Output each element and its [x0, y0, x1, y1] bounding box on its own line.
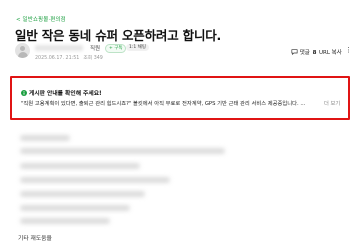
blurred-content-line: [20, 148, 225, 154]
notice-body: "직원 고용계획이 있다면, 출퇴근 관리 힘드시죠?" 볼킷에서 아직 무료로…: [21, 101, 306, 107]
avatar[interactable]: [15, 43, 30, 58]
blurred-content-line: [20, 135, 70, 141]
comment-label: 댓글: [299, 50, 310, 56]
notice-more-link[interactable]: 더 보기: [324, 99, 340, 107]
comment-count: 8: [312, 50, 317, 56]
info-icon: [21, 90, 27, 96]
board-notice[interactable]: 게시판 안내를 확인해 주세요! "직원 고용계획이 있다면, 출퇴근 관리 힘…: [18, 85, 341, 110]
blurred-content-line: [20, 163, 140, 169]
author-rank: 직원: [90, 46, 101, 52]
post-date: 2025.06.17. 21:51: [35, 56, 80, 61]
blurred-content-line: [20, 191, 145, 197]
breadcrumb[interactable]: < 일반쇼핑몰·편의점: [16, 15, 66, 23]
page-title: 일반 작은 동네 슈퍼 오픈하려고 합니다.: [15, 28, 222, 43]
url-copy-button[interactable]: URL 복사: [319, 48, 342, 56]
notice-heading: 게시판 안내를 확인해 주세요!: [21, 88, 102, 97]
post-page: < 일반쇼핑몰·편의점 일반 작은 동네 슈퍼 오픈하려고 합니다. 직원 + …: [0, 0, 364, 242]
blurred-content-line: [20, 177, 170, 183]
subscribe-button[interactable]: + 구독: [105, 44, 127, 53]
notice-title: 게시판 안내를 확인해 주세요!: [29, 91, 102, 97]
avatar-head-shape: [20, 46, 25, 51]
bottom-text: 기타 재도움을: [18, 236, 52, 242]
board-notice-highlight: 게시판 안내를 확인해 주세요! "직원 고용계획이 있다면, 출퇴근 관리 힘…: [10, 76, 350, 120]
comment-button[interactable]: 댓글 8: [291, 48, 316, 56]
avatar-body-shape: [17, 52, 28, 58]
post-meta: 2025.06.17. 21:51 조회 349: [35, 54, 103, 61]
blurred-content-line: [20, 205, 130, 211]
blurred-content-line: [20, 218, 110, 224]
chat-button[interactable]: 1:1 채팅: [126, 44, 149, 51]
comment-icon: [291, 49, 298, 55]
post-views: 조회 349: [83, 56, 103, 61]
author-name-blurred[interactable]: [35, 45, 83, 51]
more-menu-icon[interactable]: ⋮: [345, 46, 352, 54]
